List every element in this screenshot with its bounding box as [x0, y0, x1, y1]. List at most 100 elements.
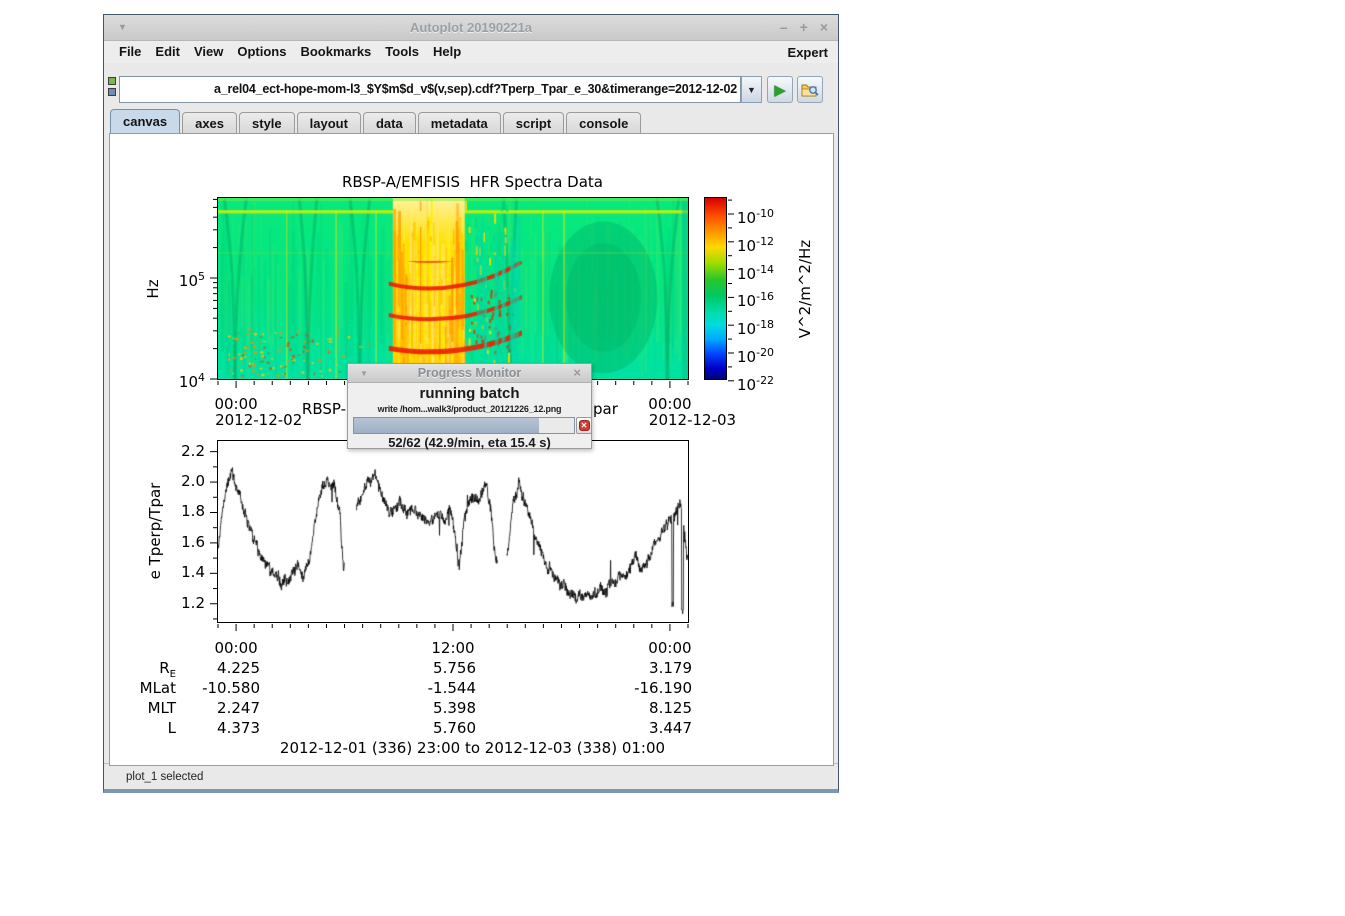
status-message: plot_1 selected	[104, 771, 203, 783]
time-tick-label: 12:00	[423, 640, 483, 657]
ephemeris-row-label: L	[111, 720, 176, 737]
timeseries-ylabel: e Tperp/Tpar	[147, 451, 165, 611]
ephemeris-row-label: MLat	[111, 680, 176, 697]
progress-monitor-dialog: ▼ Progress Monitor × running batch write…	[347, 363, 592, 449]
tab-data[interactable]: data	[363, 112, 416, 133]
axis-tick-label: 2.0	[165, 473, 205, 490]
date-tick-label: 2012-12-03	[649, 412, 759, 429]
ephemeris-value: 5.398	[376, 700, 476, 717]
progress-dialog-title: Progress Monitor	[348, 366, 591, 380]
colorbar-tick-label: 10-20	[737, 344, 797, 366]
tab-metadata[interactable]: metadata	[418, 112, 501, 133]
play-icon: ▶	[774, 81, 786, 99]
progress-bar	[353, 417, 575, 434]
expert-menu[interactable]: Expert	[788, 45, 830, 60]
menu-bookmarks[interactable]: Bookmarks	[293, 42, 378, 61]
axis-tick-label: 1.2	[165, 595, 205, 612]
minimize-button[interactable]: –	[780, 18, 788, 36]
uri-toolbar: a_rel04_ect-hope-mom-l3_$Y$m$d_v$(v,sep)…	[104, 63, 838, 109]
ephemeris-value: 5.756	[376, 660, 476, 677]
colorbar-tick-label: 10-10	[737, 205, 797, 227]
menu-view[interactable]: View	[187, 42, 230, 61]
menubar: FileEditViewOptionsBookmarksToolsHelp Ex…	[104, 41, 838, 63]
stop-batch-button[interactable]: ✕	[576, 417, 592, 434]
tab-axes[interactable]: axes	[182, 112, 237, 133]
menu-file[interactable]: File	[112, 42, 148, 61]
ephemeris-value: 4.225	[160, 660, 260, 677]
colorbar-tick-label: 10-16	[737, 288, 797, 310]
folder-search-icon	[801, 82, 819, 98]
axis-tick-label: 2.2	[165, 443, 205, 460]
uri-dropdown-button[interactable]: ▼	[741, 76, 762, 103]
colorbar-tick-label: 10-18	[737, 316, 797, 338]
progress-task-label: running batch	[348, 385, 591, 402]
autoplot-window: ▼ Autoplot 20190221a – + × FileEditViewO…	[103, 14, 839, 793]
colorbar-tick-label: 10-12	[737, 233, 797, 255]
tab-bar: canvasaxesstylelayoutdatametadatascriptc…	[104, 109, 838, 133]
menu-tools[interactable]: Tools	[378, 42, 426, 61]
uri-input[interactable]: a_rel04_ect-hope-mom-l3_$Y$m$d_v$(v,sep)…	[119, 76, 741, 103]
menu-edit[interactable]: Edit	[148, 42, 187, 61]
ephemeris-value: 2.247	[160, 700, 260, 717]
close-button[interactable]: ×	[820, 18, 828, 36]
colorbar-tick-label: 10-14	[737, 261, 797, 283]
window-titlebar[interactable]: ▼ Autoplot 20190221a – + ×	[104, 15, 838, 41]
menu-items: FileEditViewOptionsBookmarksToolsHelp	[112, 43, 468, 61]
menu-help[interactable]: Help	[426, 42, 468, 61]
datasource-blue-square-icon	[108, 88, 116, 96]
dialog-close-icon[interactable]: ×	[573, 365, 581, 380]
window-title: Autoplot 20190221a	[104, 20, 838, 35]
spectrogram-plot-frame	[217, 197, 689, 380]
progress-dialog-titlebar[interactable]: ▼ Progress Monitor ×	[348, 364, 591, 383]
canvas-tab-panel: RBSP-A/EMFISIS HFR Spectra Data 104 105 00…	[109, 133, 834, 766]
ephemeris-value: -16.190	[592, 680, 692, 697]
progress-status-label: 52/62 (42.9/min, eta 15.4 s)	[348, 435, 591, 450]
inspect-uri-button[interactable]	[797, 76, 823, 103]
datasource-green-square-icon	[108, 77, 116, 85]
ephemeris-value: 4.373	[160, 720, 260, 737]
ephemeris-row-label: RE	[111, 660, 176, 683]
tab-layout[interactable]: layout	[297, 112, 361, 133]
axis-tick-label: 1.4	[165, 564, 205, 581]
timeseries-plot-canvas[interactable]	[218, 441, 688, 622]
tab-script[interactable]: script	[503, 112, 564, 133]
spectrogram-plot-canvas[interactable]	[218, 198, 688, 379]
colorbar	[704, 197, 727, 380]
menu-options[interactable]: Options	[230, 42, 293, 61]
ephemeris-value: 3.447	[592, 720, 692, 737]
tab-console[interactable]: console	[566, 112, 641, 133]
time-range-footer: 2012-12-01 (336) 23:00 to 2012-12-03 (33…	[111, 740, 832, 757]
time-tick-label: 00:00	[640, 396, 700, 413]
time-tick-label: 00:00	[206, 640, 266, 657]
ephemeris-value: -1.544	[376, 680, 476, 697]
maximize-button[interactable]: +	[800, 18, 808, 36]
go-button[interactable]: ▶	[767, 76, 793, 103]
colorbar-tick-label: 10-22	[737, 372, 797, 394]
tab-style[interactable]: style	[239, 112, 295, 133]
hidden-caption-left-fragment: RBSP-	[246, 401, 346, 418]
timeseries-plot-frame	[217, 440, 689, 623]
axis-tick-label: 105	[161, 268, 205, 290]
ephemeris-value: 5.760	[376, 720, 476, 737]
progress-detail-label: write /hom...walk3/product_20121226_12.p…	[348, 404, 591, 414]
ephemeris-value: 3.179	[592, 660, 692, 677]
tab-canvas[interactable]: canvas	[110, 109, 180, 133]
hidden-caption-right-fragment: par	[593, 401, 618, 418]
ephemeris-row-label: MLT	[111, 700, 176, 717]
statusbar: plot_1 selected	[104, 763, 838, 789]
spectrogram-title: RBSP-A/EMFISIS HFR Spectra Data	[111, 174, 832, 191]
window-menu-icon[interactable]: ▼	[118, 22, 127, 32]
spectrogram-ylabel: Hz	[145, 219, 163, 359]
dialog-menu-icon[interactable]: ▼	[360, 369, 368, 378]
ephemeris-value: 8.125	[592, 700, 692, 717]
progress-bar-fill	[354, 418, 539, 433]
combo-dropdown-icon: ▼	[747, 85, 756, 95]
axis-tick-label: 104	[161, 369, 205, 391]
plot-canvas-area: RBSP-A/EMFISIS HFR Spectra Data 104 105 00…	[111, 135, 832, 764]
axis-tick-label: 1.8	[165, 503, 205, 520]
ephemeris-value: -10.580	[160, 680, 260, 697]
colorbar-label: V^2/m^2/Hz	[797, 219, 815, 359]
stop-icon: ✕	[579, 420, 590, 431]
axis-tick-label: 1.6	[165, 534, 205, 551]
time-tick-label: 00:00	[640, 640, 700, 657]
